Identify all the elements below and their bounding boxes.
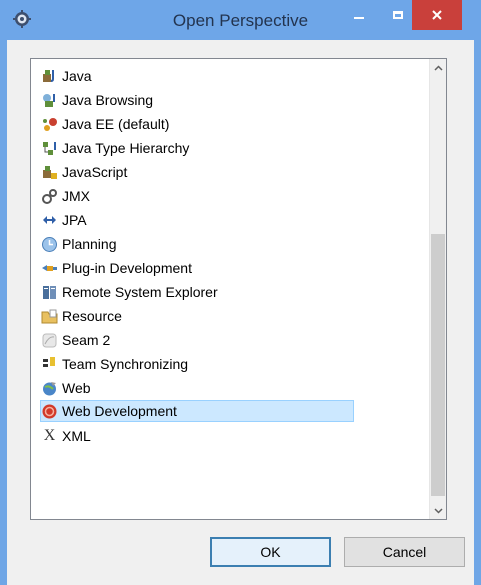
list-item[interactable]: Resource <box>41 305 122 327</box>
list-item[interactable]: Java <box>41 65 92 87</box>
title-bar[interactable]: Open Perspective <box>0 0 481 40</box>
list-item[interactable]: JPA <box>41 209 87 231</box>
list-item-label: JMX <box>62 188 90 204</box>
list-item[interactable]: X XML <box>41 425 91 447</box>
list-item[interactable]: Remote System Explorer <box>41 281 218 303</box>
plugin-icon <box>41 260 58 277</box>
java-browsing-icon <box>41 92 58 109</box>
dialog-content: Java Java Browsing Java EE (default) Jav… <box>7 40 474 585</box>
list-item[interactable]: Team Synchronizing <box>41 353 188 375</box>
jmx-gears-icon <box>41 188 58 205</box>
list-item-label: Plug-in Development <box>62 260 192 276</box>
web-development-icon <box>41 403 58 420</box>
list-item[interactable]: Java Browsing <box>41 89 153 111</box>
list-item[interactable]: JavaScript <box>41 161 127 183</box>
java-ee-icon <box>41 116 58 133</box>
vertical-scrollbar[interactable] <box>429 59 446 519</box>
list-item-label: Java Type Hierarchy <box>62 140 190 156</box>
list-item-label: Java EE (default) <box>62 116 170 132</box>
cancel-button[interactable]: Cancel <box>344 537 465 567</box>
close-icon <box>432 10 442 20</box>
list-item-label: Java Browsing <box>62 92 154 108</box>
minimize-icon <box>354 17 364 19</box>
list-item-label: Web <box>62 380 91 396</box>
list-item-label: JavaScript <box>62 164 128 180</box>
list-item-label: Web Development <box>62 403 177 419</box>
list-item[interactable]: Java Type Hierarchy <box>41 137 189 159</box>
javascript-icon <box>41 164 58 181</box>
list-item[interactable]: Java EE (default) <box>41 113 169 135</box>
seam-icon <box>41 332 58 349</box>
list-item-label: JPA <box>62 212 87 228</box>
scroll-up-arrow-icon[interactable] <box>430 59 446 76</box>
open-perspective-dialog: Open Perspective Java Java Browsing Java… <box>0 0 481 585</box>
list-item[interactable]: JMX <box>41 185 90 207</box>
perspective-list[interactable]: Java Java Browsing Java EE (default) Jav… <box>30 58 447 520</box>
list-item-label: XML <box>62 428 91 444</box>
list-item-label: Team Synchronizing <box>62 356 189 372</box>
scrollbar-thumb[interactable] <box>431 234 445 496</box>
java-perspective-icon <box>41 68 58 85</box>
list-item-label: Resource <box>62 308 122 324</box>
list-item[interactable]: Web <box>41 377 91 399</box>
resource-folder-icon <box>41 308 58 325</box>
minimize-button[interactable] <box>343 0 375 30</box>
team-sync-icon <box>41 356 58 373</box>
list-item[interactable]: Plug-in Development <box>41 257 192 279</box>
remote-system-icon <box>41 284 58 301</box>
list-item[interactable]: Seam 2 <box>41 329 110 351</box>
xml-icon: X <box>43 427 56 444</box>
list-item-label: Planning <box>62 236 117 252</box>
jpa-icon <box>41 212 58 229</box>
list-item[interactable]: Planning <box>41 233 117 255</box>
type-hierarchy-icon <box>41 140 58 157</box>
list-item-selected[interactable]: Web Development <box>40 400 354 422</box>
ok-button[interactable]: OK <box>210 537 331 567</box>
maximize-icon <box>393 11 403 19</box>
web-globe-icon <box>41 380 58 397</box>
planning-clock-icon <box>41 236 58 253</box>
close-button[interactable] <box>412 0 462 30</box>
maximize-button[interactable] <box>382 0 414 30</box>
list-item-label: Java <box>62 68 92 84</box>
scroll-down-arrow-icon[interactable] <box>430 502 446 519</box>
list-item-label: Remote System Explorer <box>62 284 218 300</box>
list-item-label: Seam 2 <box>62 332 111 348</box>
